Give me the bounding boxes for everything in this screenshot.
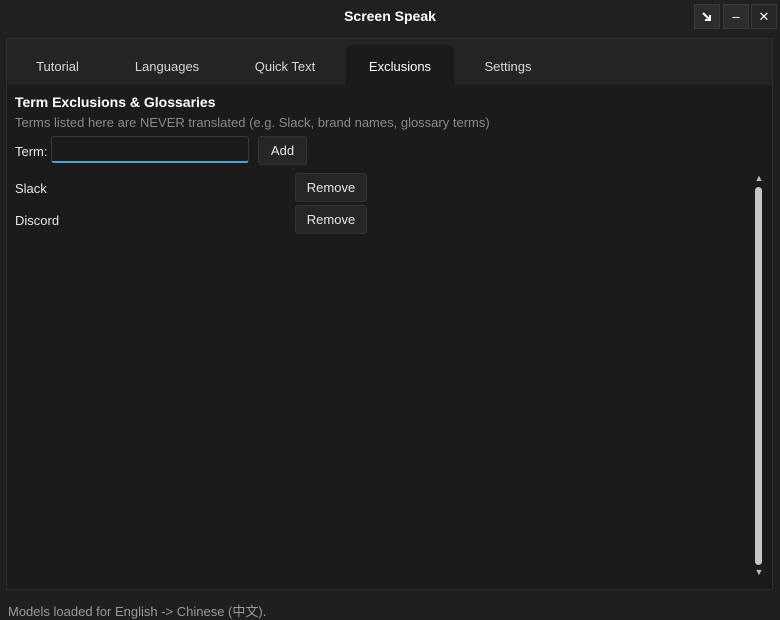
exclusions-content: Term Exclusions & Glossaries Terms liste… (7, 85, 772, 589)
restore-button[interactable] (694, 4, 720, 29)
term-input[interactable] (51, 136, 249, 163)
remove-button[interactable]: Remove (295, 205, 367, 234)
minimize-button[interactable]: – (723, 4, 749, 29)
tab-languages[interactable]: Languages (108, 45, 226, 85)
section-heading: Term Exclusions & Glossaries (15, 94, 216, 110)
app-window: Screen Speak – ✕ Tutorial Languages Quic… (0, 0, 780, 620)
close-button[interactable]: ✕ (751, 4, 777, 29)
add-button[interactable]: Add (258, 136, 307, 165)
term-item-label: Slack (15, 181, 47, 196)
tab-settings[interactable]: Settings (454, 45, 562, 85)
tab-exclusions[interactable]: Exclusions (346, 45, 454, 85)
scrollbar[interactable]: ▲ ▼ (754, 169, 764, 581)
term-label: Term: (15, 144, 48, 159)
window-title: Screen Speak (344, 8, 436, 24)
section-description: Terms listed here are NEVER translated (… (15, 115, 490, 130)
scroll-up-arrow-icon[interactable]: ▲ (754, 173, 764, 183)
scroll-down-arrow-icon[interactable]: ▼ (754, 567, 764, 577)
title-bar: Screen Speak – ✕ (0, 0, 780, 34)
remove-button[interactable]: Remove (295, 173, 367, 202)
tab-bar: Tutorial Languages Quick Text Exclusions… (7, 39, 772, 85)
status-text: Models loaded for English -> Chinese (中文… (8, 604, 267, 619)
arrow-down-right-icon (702, 11, 711, 21)
main-panel: Tutorial Languages Quick Text Exclusions… (6, 38, 773, 590)
scroll-thumb[interactable] (755, 187, 762, 565)
tab-quick-text[interactable]: Quick Text (226, 45, 344, 85)
tab-tutorial[interactable]: Tutorial (7, 45, 108, 85)
term-item-label: Discord (15, 213, 60, 228)
